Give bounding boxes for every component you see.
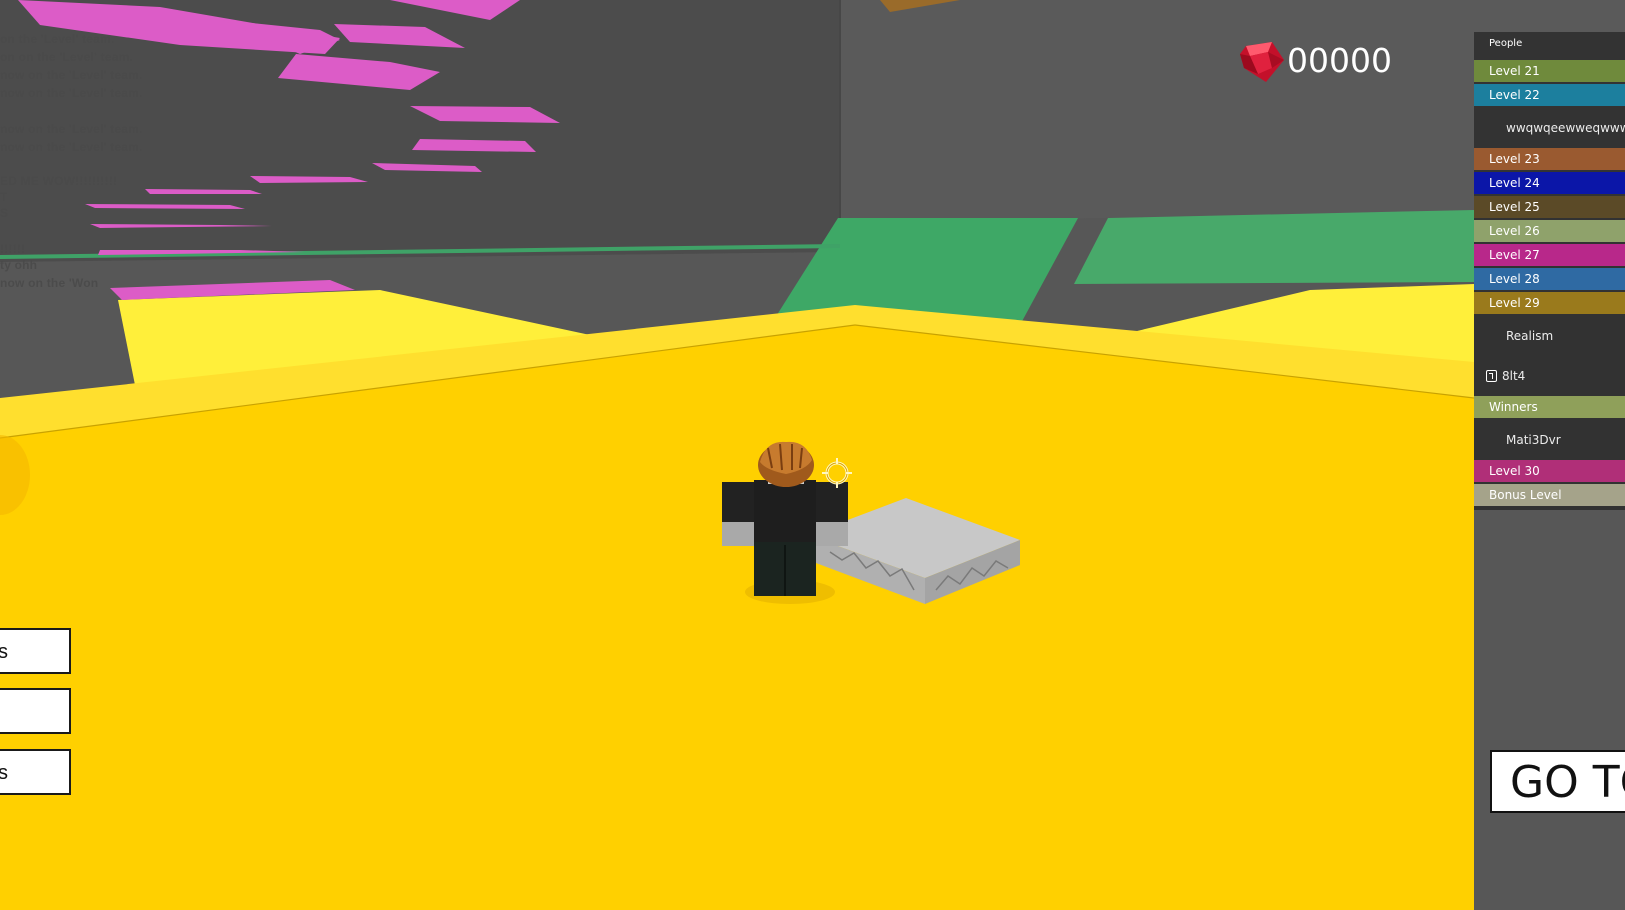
team-row[interactable]: Level 30 <box>1474 460 1625 482</box>
team-row[interactable]: Level 28 <box>1474 268 1625 290</box>
team-row[interactable]: Level 29 <box>1474 292 1625 314</box>
chat-line: S <box>0 206 9 220</box>
chat-log: on the 'Level' team. on on the 'Level' te… <box>0 28 170 298</box>
team-row[interactable]: Level 27 <box>1474 244 1625 266</box>
chat-line: now on the 'Level' team. <box>0 140 143 154</box>
left-menu-button-1[interactable]: s <box>0 628 71 674</box>
chat-line: now on the 'Level' team. <box>0 68 143 82</box>
chat-line: now on the 'Level' team. <box>0 122 143 136</box>
game-viewport[interactable] <box>0 0 1625 910</box>
left-menu-button-3-label: s <box>0 751 8 793</box>
chat-line: !!!!!! <box>0 242 26 256</box>
chat-line: on the 'Level' team. <box>0 32 115 46</box>
team-row[interactable]: Winners <box>1474 396 1625 418</box>
chat-line: ty ohh <box>0 258 38 272</box>
player-row[interactable]: Mati3Dvr <box>1474 420 1625 460</box>
player-badge-icon <box>1486 370 1497 382</box>
gem-counter: 00000 <box>1238 38 1392 86</box>
leaderboard-header: People <box>1489 38 1523 49</box>
player-name: Mati3Dvr <box>1506 433 1561 447</box>
player-name: wwqwqeewweqwww... <box>1506 121 1625 135</box>
go-to-button[interactable]: GO TO <box>1490 750 1625 813</box>
chat-line: ED ME WOW!!!!!!!!!! <box>0 174 118 188</box>
left-menu-button-2[interactable] <box>0 688 71 734</box>
team-row[interactable]: Level 21 <box>1474 60 1625 82</box>
player-row[interactable]: wwqwqeewweqwww... <box>1474 108 1625 148</box>
team-row[interactable]: Level 25 <box>1474 196 1625 218</box>
team-row[interactable]: Level 23 <box>1474 148 1625 170</box>
chat-line: T <box>0 190 8 204</box>
crosshair-icon <box>822 458 852 488</box>
player-row[interactable]: 8lt4 <box>1474 356 1625 396</box>
ruby-gem-icon <box>1240 42 1284 82</box>
team-row[interactable]: Level 26 <box>1474 220 1625 242</box>
left-menu-button-1-label: s <box>0 630 8 672</box>
player-name: Realism <box>1506 329 1554 343</box>
player-row[interactable]: Realism <box>1474 316 1625 356</box>
left-menu-button-3[interactable]: s <box>0 749 71 795</box>
leaderboard[interactable]: People Level 21Level 22 wwqwqeewweqwww...… <box>1474 32 1625 510</box>
player-name: 8lt4 <box>1502 369 1526 383</box>
gem-count: 00000 <box>1287 41 1392 80</box>
team-row[interactable]: Level 22 <box>1474 84 1625 106</box>
team-row[interactable]: Level 24 <box>1474 172 1625 194</box>
green-platform-2 <box>1074 210 1474 284</box>
chat-line: now on the 'Won <box>0 276 99 290</box>
team-row[interactable]: Bonus Level <box>1474 484 1625 506</box>
chat-line: on on the 'Level' team. <box>0 50 133 64</box>
chat-line: now on the 'Level' team. <box>0 86 143 100</box>
